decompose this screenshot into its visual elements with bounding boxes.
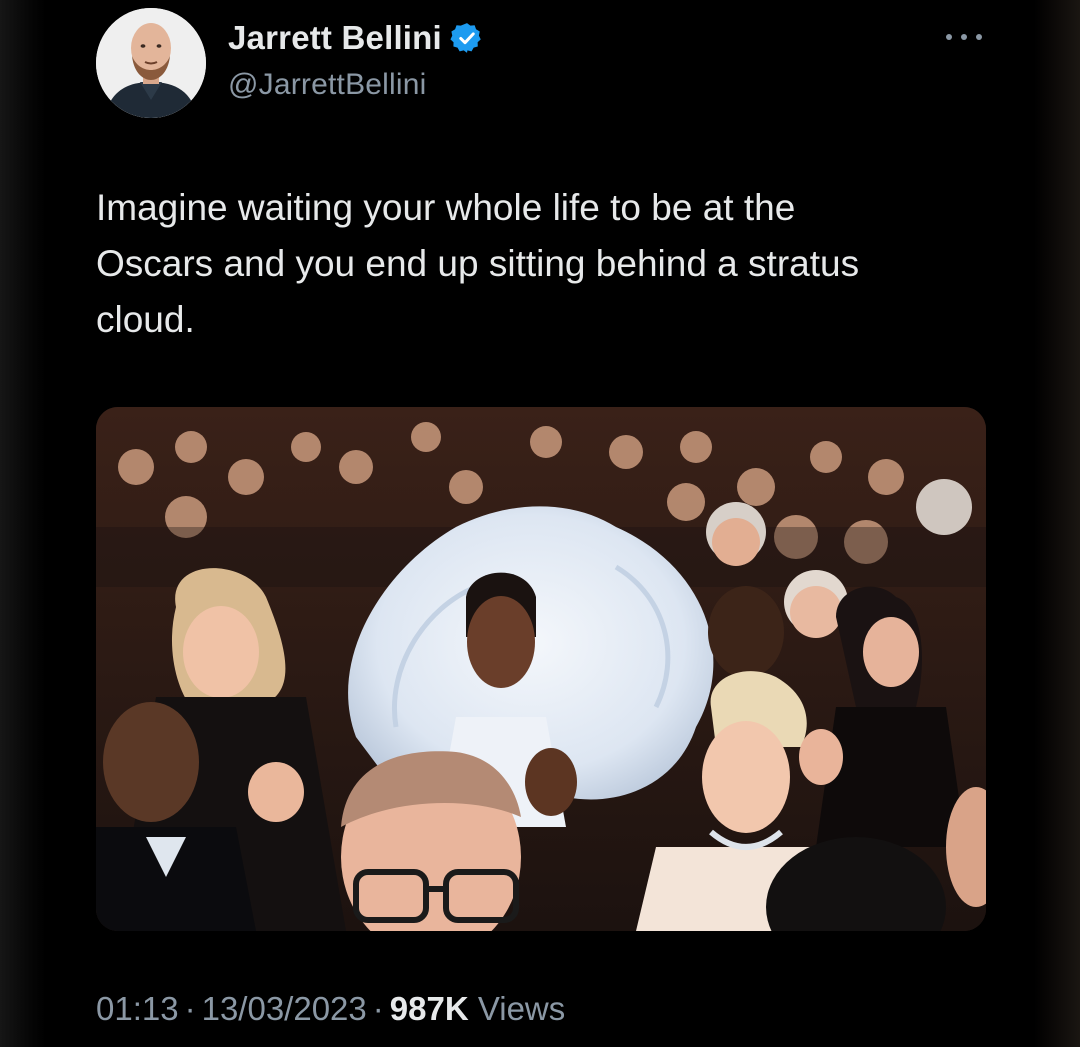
display-name[interactable]: Jarrett Bellini (228, 19, 442, 57)
dot-icon (961, 34, 967, 40)
left-edge-shadow (0, 0, 46, 1047)
tweet-date[interactable]: 13/03/2023 (202, 990, 367, 1027)
verified-badge-icon (450, 21, 484, 55)
tweet-photo[interactable] (96, 407, 986, 931)
separator: · (184, 990, 196, 1027)
views-count: 987K (389, 990, 469, 1027)
tweet-time[interactable]: 01:13 (96, 990, 179, 1027)
views-label: Views (477, 990, 566, 1027)
avatar[interactable] (96, 8, 206, 118)
tweet-meta: 01:13 · 13/03/2023 · 987K Views (96, 990, 565, 1028)
name-row: Jarrett Bellini (228, 18, 484, 58)
tweet-card: Jarrett Bellini @JarrettBellini Imagine … (46, 0, 1034, 1047)
author-block: Jarrett Bellini @JarrettBellini (228, 18, 484, 102)
dot-icon (976, 34, 982, 40)
right-edge-shadow (1034, 0, 1080, 1047)
separator: · (372, 990, 384, 1027)
handle[interactable]: @JarrettBellini (228, 68, 484, 102)
tweet-text: Imagine waiting your whole life to be at… (96, 187, 860, 340)
dot-icon (946, 34, 952, 40)
more-options-icon[interactable] (946, 30, 982, 44)
